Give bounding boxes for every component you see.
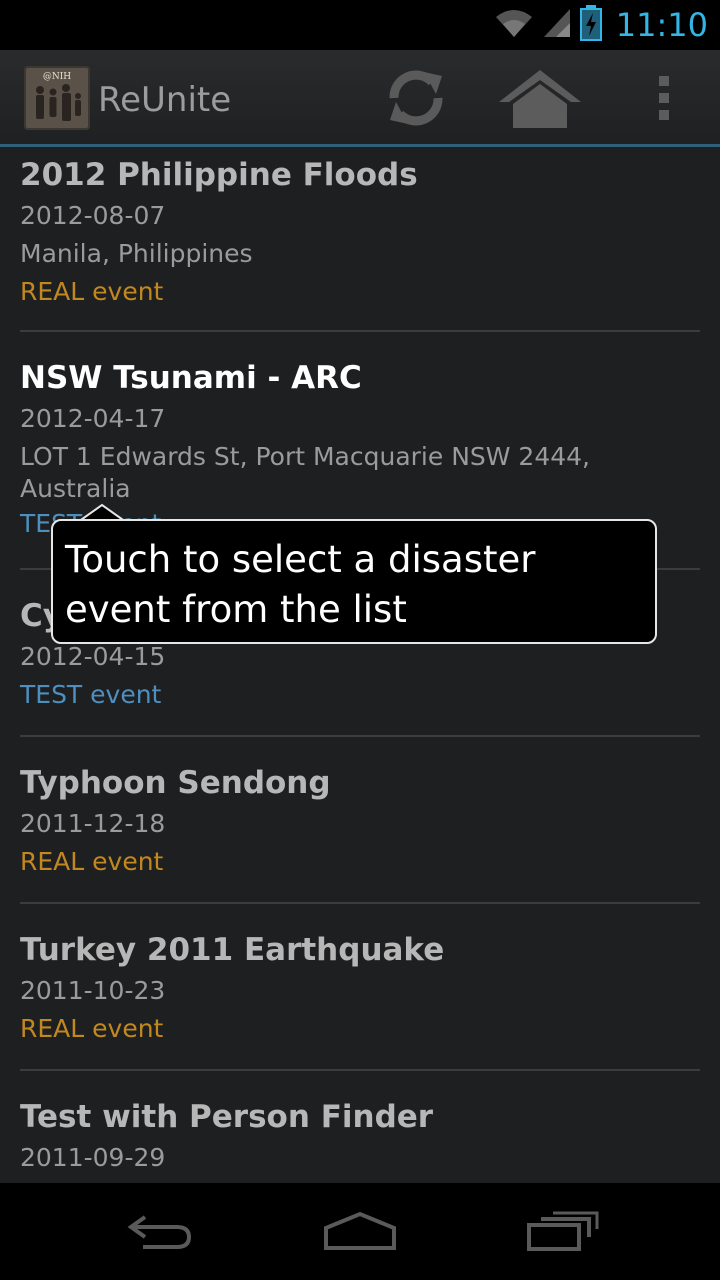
home-icon xyxy=(497,66,583,134)
wifi-icon xyxy=(494,7,534,43)
app-title: ReUnite xyxy=(98,80,232,120)
recent-apps-icon xyxy=(525,1211,599,1255)
event-title: 2012 Philippine Floods xyxy=(20,157,418,193)
event-title: Turkey 2011 Earthquake xyxy=(20,932,445,968)
list-item[interactable]: 2012 Philippine Floods 2012-08-07 Manila… xyxy=(0,147,720,332)
refresh-button[interactable] xyxy=(376,60,456,140)
event-title: NSW Tsunami - ARC xyxy=(20,360,362,396)
overflow-menu-icon xyxy=(656,74,672,126)
event-date: 2012-08-07 xyxy=(20,201,166,230)
signal-icon xyxy=(542,7,572,43)
event-type: REAL event xyxy=(20,277,164,306)
app-logo-icon[interactable]: @NIH xyxy=(24,66,90,130)
home-button[interactable] xyxy=(497,60,583,140)
refresh-icon xyxy=(380,62,452,138)
event-title: Typhoon Sendong xyxy=(20,765,331,801)
status-clock: 11:10 xyxy=(615,6,708,44)
event-date: 2011-09-29 xyxy=(20,1143,166,1172)
event-type: TEST event xyxy=(20,680,162,709)
event-type: REAL event xyxy=(20,847,164,876)
back-icon xyxy=(125,1211,195,1255)
battery-charging-icon xyxy=(579,5,602,45)
list-item[interactable]: Test with Person Finder 2011-09-29 xyxy=(0,1071,720,1183)
status-bar: 11:10 xyxy=(0,0,720,50)
help-tooltip[interactable]: Touch to select a disaster event from th… xyxy=(51,519,657,644)
list-item[interactable]: Typhoon Sendong 2011-12-18 REAL event xyxy=(0,737,720,904)
event-date: 2011-12-18 xyxy=(20,809,166,838)
event-location: Manila, Philippines xyxy=(20,239,253,268)
list-item[interactable]: Turkey 2011 Earthquake 2011-10-23 REAL e… xyxy=(0,904,720,1071)
event-title: Test with Person Finder xyxy=(20,1099,434,1135)
overflow-menu-button[interactable] xyxy=(624,60,704,140)
back-button[interactable] xyxy=(110,1200,210,1266)
event-date: 2011-10-23 xyxy=(20,976,166,1005)
home-nav-button[interactable] xyxy=(310,1200,410,1266)
event-list[interactable]: 2012 Philippine Floods 2012-08-07 Manila… xyxy=(0,147,720,1183)
recent-apps-button[interactable] xyxy=(512,1200,612,1266)
event-type: REAL event xyxy=(20,1014,164,1043)
event-date: 2012-04-17 xyxy=(20,404,166,433)
home-nav-icon xyxy=(322,1210,398,1256)
event-location: LOT 1 Edwards St, Port Macquarie NSW 244… xyxy=(20,442,590,503)
svg-text:@NIH: @NIH xyxy=(43,72,71,82)
